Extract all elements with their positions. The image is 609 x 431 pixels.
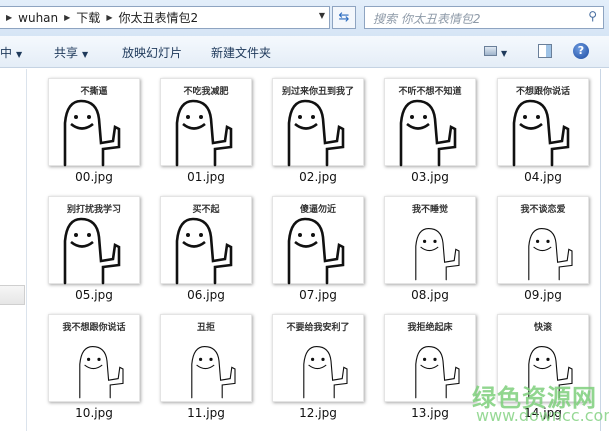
refresh-button[interactable]: ⇆ bbox=[332, 6, 356, 29]
nav-selected-item[interactable] bbox=[0, 285, 25, 305]
watermark-url: www.downcc.com bbox=[476, 406, 609, 425]
search-input[interactable]: 搜索 你太丑表情包2 ⚲ bbox=[364, 6, 604, 29]
meme-figure-icon bbox=[303, 346, 348, 399]
file-name: 13.jpg bbox=[411, 406, 449, 420]
navigation-pane[interactable] bbox=[0, 69, 27, 431]
chevron-right-icon: ▶ bbox=[64, 13, 71, 22]
file-name: 07.jpg bbox=[299, 288, 337, 302]
thumbnail[interactable]: 别过来你丑到我了 bbox=[272, 78, 364, 167]
file-item[interactable]: 不想跟你说话 04.jpg bbox=[497, 78, 589, 184]
thumbnail[interactable]: 我拒绝起床 bbox=[384, 314, 476, 402]
new-folder-button[interactable]: 新建文件夹 bbox=[211, 44, 271, 61]
chevron-right-icon: ▶ bbox=[106, 13, 113, 22]
slideshow-button[interactable]: 放映幻灯片 bbox=[122, 44, 182, 61]
meme-figure-icon bbox=[63, 99, 121, 167]
organize-button[interactable]: 中 ▼ bbox=[0, 44, 22, 61]
file-name: 04.jpg bbox=[524, 170, 562, 184]
thumbnail[interactable]: 不撕逼 bbox=[48, 78, 140, 167]
file-item[interactable]: 傻逼勿近 07.jpg bbox=[272, 196, 364, 302]
file-name: 08.jpg bbox=[411, 288, 449, 302]
help-button[interactable]: ? bbox=[573, 43, 589, 59]
thumbnail[interactable]: 买不起 bbox=[160, 196, 252, 285]
meme-figure-icon bbox=[399, 99, 457, 167]
file-name: 06.jpg bbox=[187, 288, 225, 302]
file-name: 10.jpg bbox=[75, 406, 113, 420]
file-name: 02.jpg bbox=[299, 170, 337, 184]
file-item[interactable]: 丑拒 11.jpg bbox=[160, 314, 252, 420]
meme-figure-icon bbox=[512, 99, 570, 167]
toolbar: 中 ▼ 共享 ▼ 放映幻灯片 新建文件夹 ▼ ? bbox=[0, 36, 609, 68]
breadcrumb-item[interactable]: 你太丑表情包2 bbox=[118, 9, 198, 26]
file-name: 01.jpg bbox=[187, 170, 225, 184]
thumbnail[interactable]: 不要给我安利了 bbox=[272, 314, 364, 402]
meme-figure-icon bbox=[175, 99, 233, 167]
address-row: ▶ wuhan ▶ 下载 ▶ 你太丑表情包2 ▼ ⇆ 搜索 你太丑表情包2 ⚲ bbox=[0, 0, 609, 36]
meme-figure-icon bbox=[287, 99, 345, 167]
file-item[interactable]: 我不谈恋爱 09.jpg bbox=[497, 196, 589, 302]
file-item[interactable]: 我不睡觉 08.jpg bbox=[384, 196, 476, 302]
preview-pane-icon bbox=[538, 44, 552, 58]
thumbnail[interactable]: 不吃我减肥 bbox=[160, 78, 252, 167]
file-name: 00.jpg bbox=[75, 170, 113, 184]
file-name: 09.jpg bbox=[524, 288, 562, 302]
scrollbar[interactable] bbox=[600, 69, 609, 431]
share-button[interactable]: 共享 ▼ bbox=[54, 44, 88, 61]
file-item[interactable]: 别过来你丑到我了 02.jpg bbox=[272, 78, 364, 184]
file-item[interactable]: 不吃我减肥 01.jpg bbox=[160, 78, 252, 184]
file-name: 12.jpg bbox=[299, 406, 337, 420]
meme-figure-icon bbox=[415, 228, 460, 281]
chevron-down-icon: ▼ bbox=[501, 49, 508, 58]
meme-figure-icon bbox=[191, 346, 236, 399]
meme-figure-icon bbox=[175, 217, 233, 285]
thumbnail[interactable]: 我不睡觉 bbox=[384, 196, 476, 284]
file-item[interactable]: 我不想跟你说话 10.jpg bbox=[48, 314, 140, 420]
file-item[interactable]: 买不起 06.jpg bbox=[160, 196, 252, 302]
meme-figure-icon bbox=[415, 346, 460, 399]
view-icon bbox=[484, 46, 497, 56]
file-name: 05.jpg bbox=[75, 288, 113, 302]
meme-figure-icon bbox=[528, 228, 573, 281]
file-item[interactable]: 不要给我安利了 12.jpg bbox=[272, 314, 364, 420]
help-icon: ? bbox=[573, 43, 589, 59]
breadcrumb-item[interactable]: 下载 bbox=[76, 9, 100, 26]
history-dropdown-icon[interactable]: ▼ bbox=[319, 11, 325, 20]
thumbnail[interactable]: 傻逼勿近 bbox=[272, 196, 364, 285]
meme-figure-icon bbox=[287, 217, 345, 285]
chevron-down-icon: ▼ bbox=[16, 50, 23, 59]
file-item[interactable]: 我拒绝起床 13.jpg bbox=[384, 314, 476, 420]
chevron-down-icon: ▼ bbox=[82, 50, 89, 59]
meme-figure-icon bbox=[79, 346, 124, 399]
file-name: 03.jpg bbox=[411, 170, 449, 184]
chevron-right-icon: ▶ bbox=[6, 13, 13, 22]
view-options-button[interactable]: ▼ bbox=[484, 45, 507, 59]
search-icon[interactable]: ⚲ bbox=[588, 9, 597, 23]
file-item[interactable]: 别打扰我学习 05.jpg bbox=[48, 196, 140, 302]
thumbnail[interactable]: 不听不想不知道 bbox=[384, 78, 476, 167]
preview-pane-button[interactable] bbox=[538, 44, 552, 61]
meme-figure-icon bbox=[63, 217, 121, 285]
thumbnail[interactable]: 丑拒 bbox=[160, 314, 252, 402]
file-item[interactable]: 不撕逼 00.jpg bbox=[48, 78, 140, 184]
file-name: 11.jpg bbox=[187, 406, 225, 420]
file-item[interactable]: 不听不想不知道 03.jpg bbox=[384, 78, 476, 184]
breadcrumb-item[interactable]: wuhan bbox=[18, 11, 58, 25]
address-bar[interactable]: ▶ wuhan ▶ 下载 ▶ 你太丑表情包2 ▼ bbox=[0, 6, 330, 29]
thumbnail[interactable]: 我不想跟你说话 bbox=[48, 314, 140, 402]
thumbnail[interactable]: 我不谈恋爱 bbox=[497, 196, 589, 284]
thumbnail[interactable]: 别打扰我学习 bbox=[48, 196, 140, 285]
thumbnail[interactable]: 不想跟你说话 bbox=[497, 78, 589, 167]
